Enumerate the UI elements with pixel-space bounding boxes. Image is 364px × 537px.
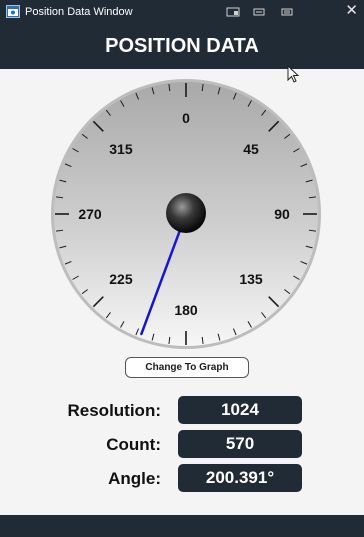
gauge-label-90: 90 [274,206,290,222]
gauge-label-180: 180 [174,302,198,318]
page-title: POSITION DATA [105,35,259,57]
footer-bar [0,515,364,537]
readout-row-angle: Angle: 200.391° [0,464,364,494]
close-icon[interactable]: ✕ [345,3,358,19]
angle-value: 200.391° [178,464,302,492]
gauge-label-315: 315 [109,141,133,157]
resolution-label: Resolution: [67,401,162,420]
readout-row-count: Count: 570 [0,430,364,460]
maximize-icon[interactable] [281,5,295,19]
gauge-label-135: 135 [239,271,263,287]
app-window-icon [6,5,20,18]
restore-icon[interactable] [253,5,267,19]
gauge-label-225: 225 [109,271,133,287]
count-value: 570 [178,430,302,458]
position-gauge: 0 45 90 135 180 225 270 315 [51,79,321,349]
gauge-hub [166,193,206,233]
angle-label: Angle: [108,469,161,488]
count-label: Count: [106,435,161,454]
resolution-value: 1024 [178,396,302,424]
header-bar: POSITION DATA [0,24,364,69]
gauge-label-45: 45 [243,141,259,157]
change-to-graph-button[interactable]: Change To Graph [125,357,249,378]
gauge-label-0: 0 [182,110,190,126]
gauge-label-270: 270 [78,206,102,222]
title-bar: Position Data Window ✕ [0,0,364,24]
readout-row-resolution: Resolution: 1024 [0,396,364,426]
minimize-icon[interactable] [226,5,240,19]
window-title: Position Data Window [25,6,133,18]
